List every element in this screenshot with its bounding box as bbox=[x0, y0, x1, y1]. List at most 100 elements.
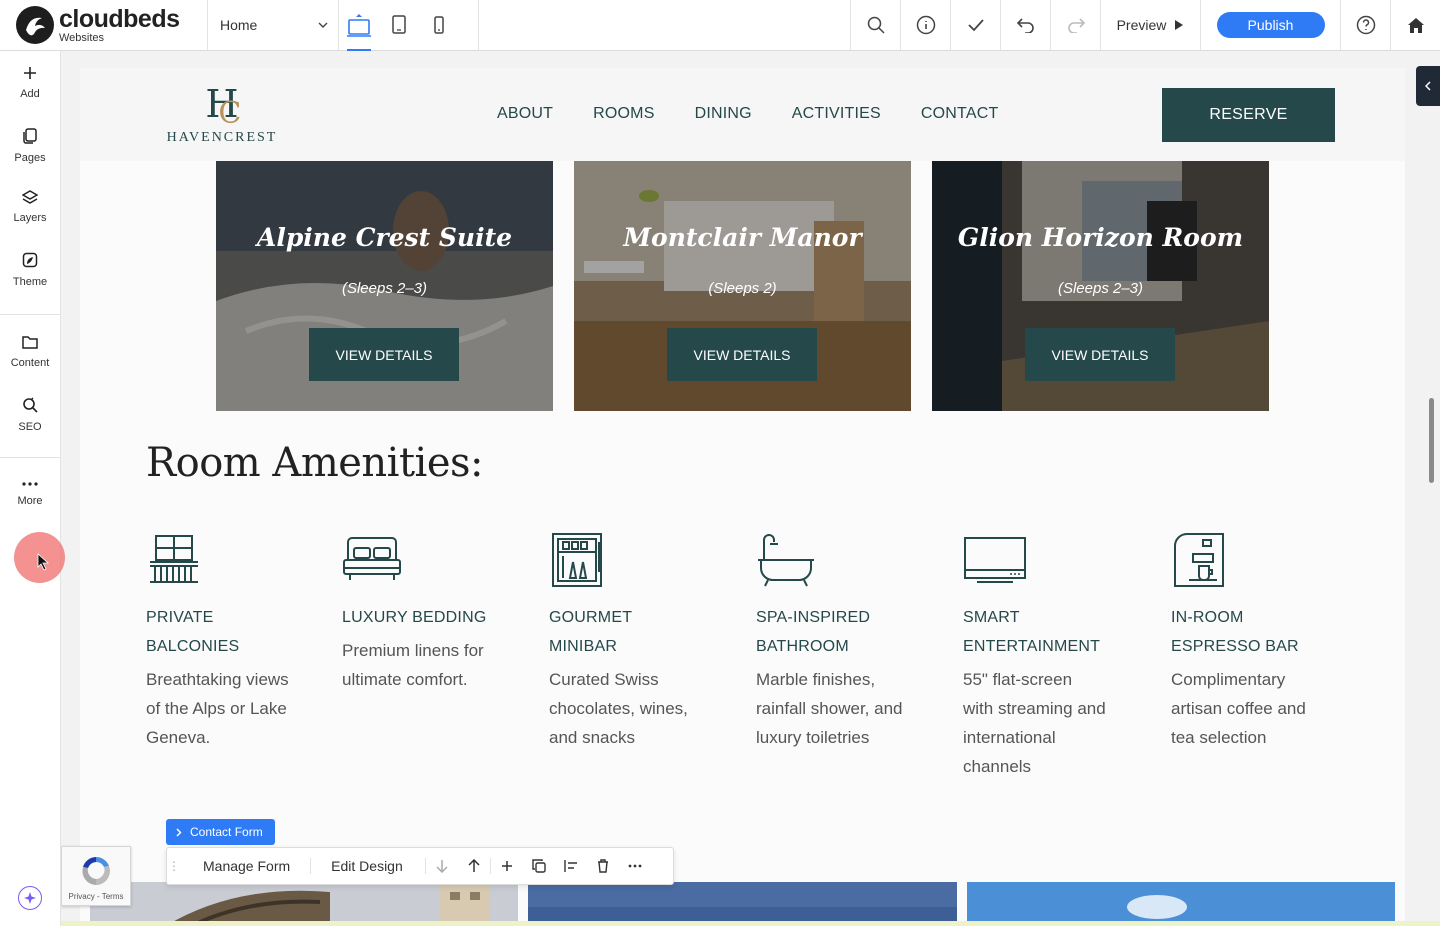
sidebar-item-add[interactable]: Add bbox=[0, 66, 60, 100]
info-button[interactable] bbox=[900, 0, 950, 50]
editor-sidebar: Add Pages Layers Theme Content SEO More bbox=[0, 51, 65, 926]
view-details-button[interactable]: VIEW DETAILS bbox=[667, 328, 817, 381]
brand-sub: Websites bbox=[59, 31, 105, 44]
mobile-icon bbox=[434, 16, 444, 34]
view-details-button[interactable]: VIEW DETAILS bbox=[1025, 328, 1175, 381]
amenity-desc-line: chocolates, wines, bbox=[549, 699, 688, 718]
sidebar-item-more[interactable]: More bbox=[0, 481, 60, 507]
logo-monogram: HC bbox=[205, 82, 241, 131]
ai-assistant-button[interactable] bbox=[18, 886, 42, 910]
amenity-desc: Curated Swiss chocolates, wines, and sna… bbox=[549, 665, 719, 752]
more-icon bbox=[22, 482, 38, 486]
amenity-desc: 55" flat-screen with streaming and inter… bbox=[963, 665, 1133, 781]
duplicate-button[interactable] bbox=[523, 859, 555, 873]
amenity-desc-line: luxury toiletries bbox=[756, 728, 870, 747]
nav-dining[interactable]: DINING bbox=[695, 105, 752, 123]
amenity-name: GOURMET bbox=[549, 609, 633, 626]
play-icon bbox=[1175, 20, 1184, 30]
plus-icon bbox=[24, 67, 36, 79]
editor-canvas: HC HAVENCREST ABOUT ROOMS DINING ACTIVIT… bbox=[61, 51, 1440, 926]
check-button[interactable] bbox=[950, 0, 1000, 50]
preview-label: Preview bbox=[1116, 17, 1167, 33]
home-icon bbox=[1407, 17, 1424, 33]
nav-activities[interactable]: ACTIVITIES bbox=[792, 105, 881, 123]
arrow-down-icon bbox=[436, 860, 448, 873]
room-sleeps: (Sleeps 2) bbox=[708, 280, 777, 297]
nav-contact[interactable]: CONTACT bbox=[921, 105, 999, 123]
havencrest-logo[interactable]: HC HAVENCREST bbox=[166, 82, 278, 146]
publish-button[interactable]: Publish bbox=[1216, 12, 1325, 38]
room-title: Glion Horizon Room bbox=[957, 223, 1244, 252]
room-card[interactable]: Glion Horizon Room (Sleeps 2–3) VIEW DET… bbox=[932, 161, 1269, 411]
delete-button[interactable] bbox=[587, 859, 619, 873]
sidebar-item-content[interactable]: Content bbox=[0, 335, 60, 369]
panel-collapse-button[interactable] bbox=[1416, 66, 1440, 106]
amenity-item: SMART ENTERTAINMENT 55" flat-screen with… bbox=[963, 532, 1133, 781]
recaptcha-badge[interactable]: Privacy - Terms bbox=[61, 846, 131, 906]
room-card[interactable]: Montclair Manor (Sleeps 2) VIEW DETAILS bbox=[574, 161, 911, 411]
tablet-view-button[interactable] bbox=[379, 0, 419, 51]
move-up-button[interactable] bbox=[458, 859, 490, 873]
search-button[interactable] bbox=[850, 0, 900, 50]
amenity-desc: Marble finishes, rainfall shower, and lu… bbox=[756, 665, 926, 752]
mobile-view-button[interactable] bbox=[419, 0, 459, 51]
amenity-item: PRIVATE BALCONIES Breathtaking views of … bbox=[146, 532, 316, 752]
undo-button[interactable] bbox=[1000, 0, 1050, 50]
undo-icon bbox=[1016, 18, 1034, 33]
sidebar-item-label: Content bbox=[10, 357, 50, 369]
brand-name: cloudbeds bbox=[59, 4, 180, 33]
contact-form-badge[interactable]: Contact Form bbox=[166, 819, 275, 845]
manage-form-button[interactable]: Manage Form bbox=[181, 858, 310, 874]
plus-icon bbox=[501, 861, 512, 871]
tablet-icon bbox=[392, 15, 406, 34]
recaptcha-text: Privacy - Terms bbox=[68, 892, 124, 901]
amenity-desc-line: Complimentary bbox=[1171, 670, 1286, 689]
amenity-desc-line: Breathtaking views bbox=[146, 670, 289, 689]
sidebar-item-label: Layers bbox=[13, 212, 47, 224]
redo-button[interactable] bbox=[1050, 0, 1100, 50]
sidebar-item-theme[interactable]: Theme bbox=[0, 252, 60, 288]
espresso-machine-icon bbox=[1174, 533, 1224, 587]
theme-icon bbox=[22, 252, 38, 268]
home-button[interactable] bbox=[1390, 0, 1440, 50]
add-element-button[interactable] bbox=[491, 860, 523, 872]
reserve-button[interactable]: RESERVE bbox=[1162, 88, 1335, 142]
page-select[interactable]: Home bbox=[208, 0, 339, 50]
amenity-name: ENTERTAINMENT bbox=[963, 638, 1101, 655]
align-left-icon bbox=[564, 860, 577, 872]
move-down-button[interactable] bbox=[426, 859, 458, 873]
room-title: Montclair Manor bbox=[623, 223, 862, 252]
edit-design-button[interactable]: Edit Design bbox=[311, 858, 425, 874]
gallery-image[interactable] bbox=[528, 882, 957, 926]
nav-about[interactable]: ABOUT bbox=[497, 105, 553, 123]
sidebar-item-pages[interactable]: Pages bbox=[0, 128, 60, 164]
more-options-button[interactable] bbox=[619, 864, 651, 868]
contact-form-label: Contact Form bbox=[190, 825, 263, 839]
scrollbar-thumb[interactable] bbox=[1429, 398, 1434, 483]
site-header[interactable]: HC HAVENCREST ABOUT ROOMS DINING ACTIVIT… bbox=[80, 68, 1405, 161]
canvas-bottom-edge bbox=[61, 921, 1440, 926]
drag-handle-icon[interactable]: ⋮ bbox=[167, 859, 181, 873]
amenity-name: MINIBAR bbox=[549, 638, 618, 655]
bathtub-icon bbox=[758, 534, 814, 587]
amenity-name: IN-ROOM bbox=[1171, 609, 1244, 626]
gallery-image[interactable] bbox=[967, 882, 1395, 926]
preview-button[interactable]: Preview bbox=[1100, 0, 1200, 50]
desktop-view-button[interactable] bbox=[339, 0, 379, 51]
help-button[interactable] bbox=[1340, 0, 1390, 50]
amenity-desc-line: 55" flat-screen bbox=[963, 670, 1073, 689]
amenity-name: SMART bbox=[963, 609, 1020, 626]
nav-rooms[interactable]: ROOMS bbox=[593, 105, 654, 123]
amenity-item: GOURMET MINIBAR Curated Swiss chocolates… bbox=[549, 532, 719, 752]
tv-icon bbox=[964, 537, 1026, 583]
room-card[interactable]: Alpine Crest Suite (Sleeps 2–3) VIEW DET… bbox=[216, 161, 553, 411]
amenity-name: LUXURY BEDDING bbox=[342, 609, 487, 626]
align-button[interactable] bbox=[555, 859, 587, 873]
amenity-desc: Breathtaking views of the Alps or Lake G… bbox=[146, 665, 316, 752]
sidebar-item-seo[interactable]: SEO bbox=[0, 397, 60, 433]
gallery-image[interactable] bbox=[90, 882, 518, 926]
amenity-item: LUXURY BEDDING Premium linens for ultima… bbox=[342, 532, 512, 694]
view-details-button[interactable]: VIEW DETAILS bbox=[309, 328, 459, 381]
sidebar-item-layers[interactable]: Layers bbox=[0, 190, 60, 224]
logo-mono-c: C bbox=[218, 96, 242, 131]
